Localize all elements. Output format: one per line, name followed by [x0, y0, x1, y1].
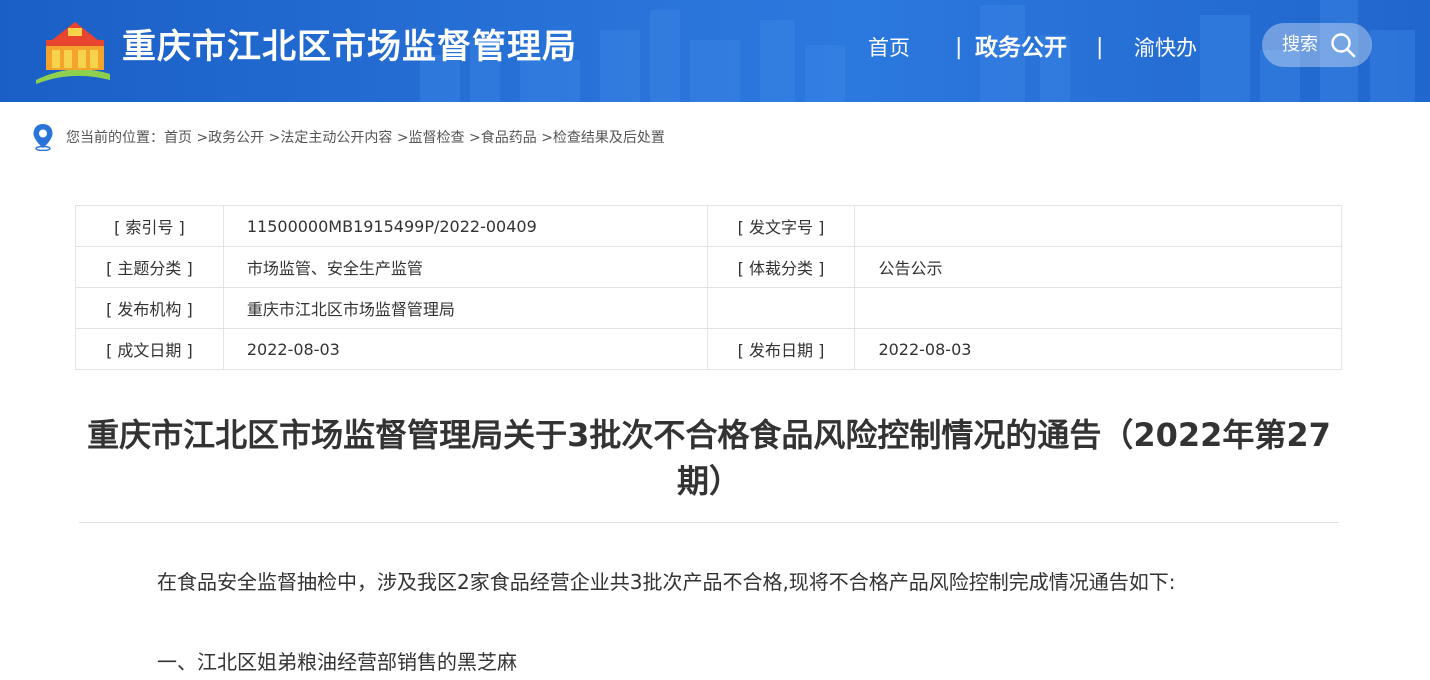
- nav-yukuaiban[interactable]: 渝快办: [1134, 28, 1197, 68]
- meta-label-index-no: [ 索引号 ]: [75, 205, 224, 247]
- search-button[interactable]: 搜索: [1262, 23, 1372, 67]
- table-row: [ 索引号 ] 11500000MB1915499P/2022-00409 [ …: [75, 205, 1342, 247]
- search-icon: [1331, 33, 1356, 58]
- meta-value-publisher: 重庆市江北区市场监督管理局: [222, 287, 708, 329]
- site-header: 重庆市江北区市场监督管理局 首页 | 政务公开 | 渝快办 搜索: [0, 0, 1430, 102]
- table-row: [ 主题分类 ] 市场监管、安全生产监管 [ 体裁分类 ] 公告公示: [75, 246, 1342, 288]
- meta-label-genre: [ 体裁分类 ]: [706, 246, 856, 288]
- breadcrumb-prefix: 您当前的位置：: [66, 130, 164, 146]
- meta-label-publish-date: [ 发布日期 ]: [706, 328, 856, 370]
- meta-value-topic: 市场监管、安全生产监管: [222, 246, 708, 288]
- breadcrumb: 您当前的位置： 首页 >政务公开 >法定主动公开内容 >监督检查 >食品药品 >…: [32, 122, 665, 152]
- article-paragraph: 一、江北区姐弟粮油经营部销售的黑芝麻: [157, 650, 517, 674]
- site-title[interactable]: 重庆市江北区市场监督管理局: [122, 22, 577, 72]
- nav-separator: |: [955, 35, 963, 60]
- breadcrumb-item-home[interactable]: 首页: [164, 127, 192, 147]
- table-row: [ 发布机构 ] 重庆市江北区市场监督管理局: [75, 287, 1342, 329]
- nav-separator: |: [1096, 35, 1104, 60]
- breadcrumb-item-food-drug[interactable]: >食品药品: [469, 127, 537, 147]
- breadcrumb-item-legal-content[interactable]: >法定主动公开内容: [269, 127, 393, 147]
- nav-government-affairs[interactable]: 政务公开: [975, 28, 1067, 68]
- meta-label-topic: [ 主题分类 ]: [75, 246, 224, 288]
- meta-label-empty: [706, 287, 856, 329]
- meta-value-empty: [854, 287, 1342, 329]
- gov-building-logo-icon: [36, 22, 110, 84]
- breadcrumb-item-supervision[interactable]: >监督检查: [397, 127, 465, 147]
- meta-value-publish-date: 2022-08-03: [854, 328, 1342, 370]
- table-row: [ 成文日期 ] 2022-08-03 [ 发布日期 ] 2022-08-03: [75, 328, 1342, 370]
- title-divider: [79, 522, 1339, 523]
- meta-value-doc-no: [854, 205, 1342, 247]
- meta-value-index-no: 11500000MB1915499P/2022-00409: [222, 205, 708, 247]
- nav-home[interactable]: 首页: [868, 28, 910, 68]
- location-pin-icon: [33, 124, 53, 151]
- meta-label-doc-no: [ 发文字号 ]: [706, 205, 856, 247]
- document-meta-table: [ 索引号 ] 11500000MB1915499P/2022-00409 [ …: [75, 205, 1342, 370]
- article-title: 重庆市江北区市场监督管理局关于3批次不合格食品风险控制情况的通告（2022年第2…: [87, 416, 1331, 500]
- breadcrumb-item-results[interactable]: >检查结果及后处置: [541, 127, 665, 147]
- meta-label-publisher: [ 发布机构 ]: [75, 287, 224, 329]
- site-logo[interactable]: [32, 14, 112, 86]
- meta-value-written-date: 2022-08-03: [222, 328, 708, 370]
- breadcrumb-item-gov[interactable]: >政务公开: [196, 127, 264, 147]
- search-button-label: 搜索: [1282, 34, 1318, 55]
- meta-value-genre: 公告公示: [854, 246, 1342, 288]
- meta-label-written-date: [ 成文日期 ]: [75, 328, 224, 370]
- article-paragraph: 在食品安全监督抽检中，涉及我区2家食品经营企业共3批次产品不合格,现将不合格产品…: [157, 570, 1176, 594]
